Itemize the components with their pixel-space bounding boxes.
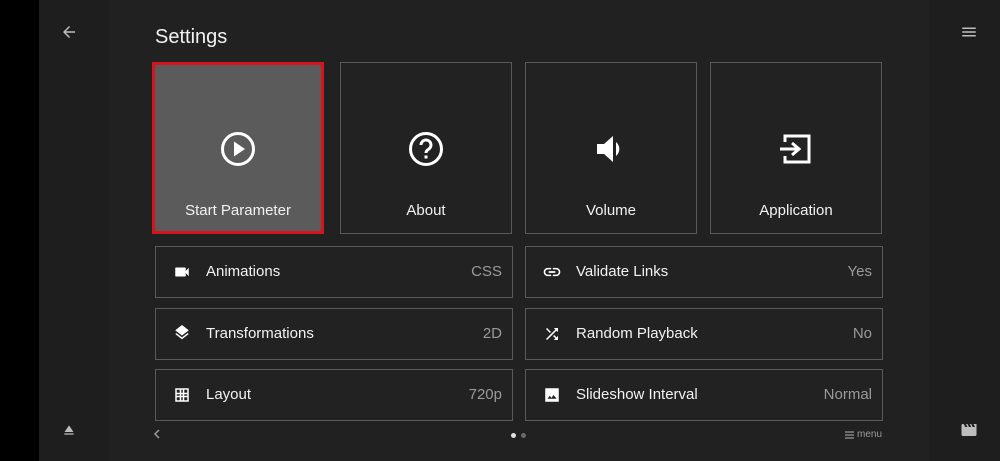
page-dot-active[interactable] xyxy=(511,433,516,438)
menu-button[interactable]: menu xyxy=(845,429,882,440)
row-value: No xyxy=(852,325,872,342)
back-arrow-icon[interactable] xyxy=(57,20,81,44)
exit-app-icon xyxy=(711,129,881,169)
tile-label: Application xyxy=(759,202,833,219)
row-value: 720p xyxy=(468,386,502,403)
setting-row-layout[interactable]: Layout 720p xyxy=(155,369,513,421)
tile-application[interactable]: Application xyxy=(710,62,882,234)
row-value: Yes xyxy=(847,263,872,280)
row-label: Validate Links xyxy=(576,263,669,280)
help-circle-icon xyxy=(341,129,511,169)
volume-icon xyxy=(526,129,696,169)
row-value: CSS xyxy=(471,263,502,280)
row-label: Random Playback xyxy=(576,325,698,342)
left-rail xyxy=(39,0,110,461)
setting-row-validate-links[interactable]: Validate Links Yes xyxy=(525,246,883,298)
page-dot[interactable] xyxy=(521,433,526,438)
layers-icon xyxy=(171,323,193,345)
hamburger-menu-icon[interactable] xyxy=(957,20,981,44)
tile-label: Start Parameter xyxy=(185,202,291,219)
tile-start-parameter[interactable]: Start Parameter xyxy=(152,62,324,234)
row-label: Animations xyxy=(206,263,281,280)
menu-lines-icon xyxy=(845,430,854,439)
chevron-left-icon[interactable] xyxy=(151,427,163,441)
setting-row-slideshow-interval[interactable]: Slideshow Interval Normal xyxy=(525,369,883,421)
shuffle-icon xyxy=(541,323,563,345)
grid-icon xyxy=(171,384,193,406)
row-label: Slideshow Interval xyxy=(576,386,698,403)
tile-about[interactable]: About xyxy=(340,62,512,234)
setting-row-transformations[interactable]: Transformations 2D xyxy=(155,308,513,360)
row-value: 2D xyxy=(482,325,502,342)
eject-icon[interactable] xyxy=(60,421,78,439)
row-label: Layout xyxy=(206,386,252,403)
play-circle-icon xyxy=(155,129,321,169)
right-rail xyxy=(929,0,1000,461)
movie-icon[interactable] xyxy=(957,420,981,440)
setting-row-animations[interactable]: Animations CSS xyxy=(155,246,513,298)
row-label: Transformations xyxy=(206,325,314,342)
setting-row-random-playback[interactable]: Random Playback No xyxy=(525,308,883,360)
page-title: Settings xyxy=(155,26,228,48)
tile-label: Volume xyxy=(585,202,637,219)
tile-volume[interactable]: Volume xyxy=(525,62,697,234)
videocam-icon xyxy=(171,261,193,283)
link-icon xyxy=(541,261,563,283)
image-icon xyxy=(541,384,563,406)
row-value: Normal xyxy=(823,386,872,403)
tile-label: About xyxy=(406,202,446,219)
menu-label: menu xyxy=(857,429,883,440)
